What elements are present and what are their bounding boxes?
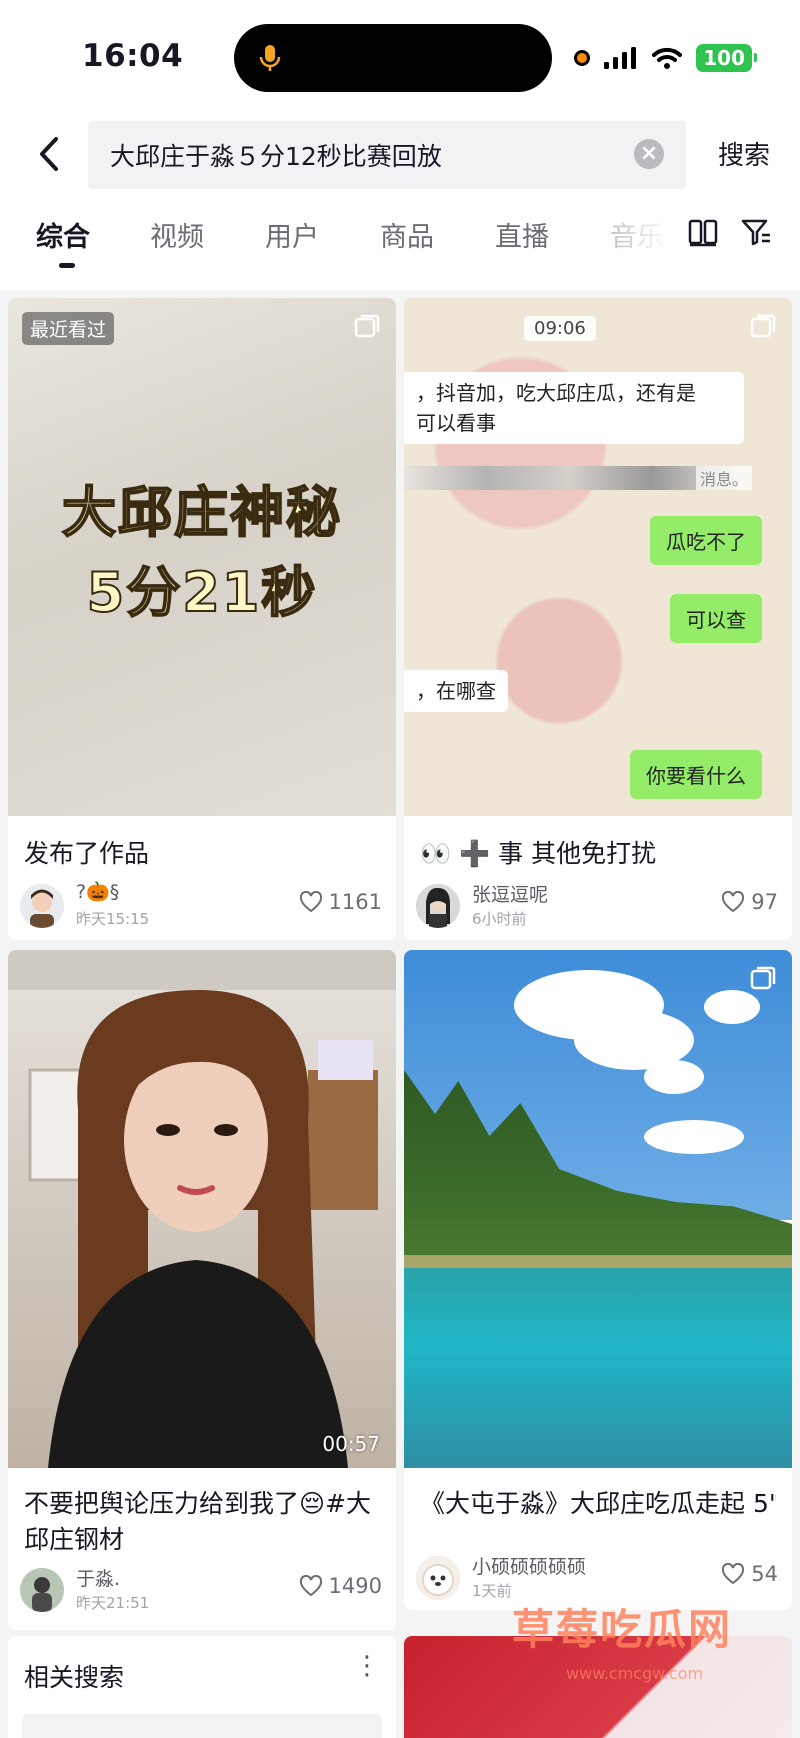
back-arrow-icon[interactable] bbox=[30, 129, 70, 179]
chat-text: 可以看事 bbox=[416, 411, 496, 435]
card-thumbnail[interactable]: 09:06 ，抖音加，吃大邱庄瓜，还有是 可以看事 消息。 瓜吃不了 可以查 ，… bbox=[404, 298, 792, 816]
system-message: 消息。 bbox=[695, 466, 752, 490]
status-indicators: 100 bbox=[574, 44, 757, 72]
active-tab-indicator bbox=[59, 263, 75, 268]
like-count[interactable]: 97 bbox=[721, 890, 778, 914]
status-bar: 16:04 100 bbox=[0, 0, 800, 115]
filter-icon[interactable] bbox=[740, 217, 772, 247]
cloud bbox=[704, 990, 760, 1024]
avatar[interactable] bbox=[20, 1568, 64, 1612]
related-searches-title: 相关搜索 bbox=[24, 1663, 125, 1692]
tab-scroll-fade bbox=[600, 195, 670, 290]
like-count[interactable]: 1161 bbox=[299, 890, 382, 914]
card-thumbnail[interactable] bbox=[404, 950, 792, 1468]
cellular-signal-icon bbox=[604, 47, 637, 69]
heart-icon bbox=[299, 1575, 322, 1597]
chat-text: ，抖音加，吃大邱庄瓜，还有是 bbox=[416, 381, 696, 405]
card-caption[interactable]: 不要把舆论压力给到我了😔#大邱庄钢材 bbox=[24, 1486, 380, 1558]
watermark-url: www.cmcgw.com bbox=[566, 1664, 704, 1683]
lake bbox=[404, 1268, 792, 1468]
person-video-thumbnail bbox=[8, 950, 396, 1468]
thumbnail-overlay-text: 5分21秒 bbox=[86, 560, 318, 625]
related-searches-card: 相关搜索 ⋮ bbox=[8, 1636, 396, 1738]
card-caption[interactable]: 发布了作品 bbox=[24, 836, 380, 872]
avatar[interactable] bbox=[20, 884, 64, 928]
chat-bubble-right: 可以查 bbox=[670, 594, 762, 643]
card-thumbnail[interactable]: 00:57 bbox=[8, 950, 396, 1468]
like-count[interactable]: 1490 bbox=[299, 1574, 382, 1598]
recently-viewed-badge: 最近看过 bbox=[22, 312, 115, 345]
microphone-icon bbox=[259, 45, 281, 71]
layout-toggle-icon[interactable] bbox=[688, 217, 718, 247]
wifi-icon bbox=[652, 47, 683, 69]
video-duration: 00:57 bbox=[322, 1432, 380, 1456]
tab-video[interactable]: 视频 bbox=[150, 215, 204, 254]
related-search-item[interactable] bbox=[22, 1714, 382, 1738]
search-input-box[interactable]: 大邱庄于淼５分12秒比赛回放 × bbox=[88, 121, 686, 189]
author-name[interactable]: 小硕硕硕硕硕 bbox=[472, 1552, 586, 1579]
heart-icon bbox=[722, 1563, 745, 1585]
card-caption[interactable]: 👀 ➕ 事 其他免打扰 bbox=[420, 836, 776, 872]
tab-live[interactable]: 直播 bbox=[495, 215, 549, 254]
search-header: 大邱庄于淼５分12秒比赛回放 × 搜索 bbox=[0, 115, 800, 195]
dynamic-island bbox=[234, 24, 552, 92]
gallery-icon bbox=[750, 314, 776, 338]
chat-bubble-left: ，抖音加，吃大邱庄瓜，还有是 可以看事 bbox=[404, 372, 744, 444]
post-time: 昨天15:15 bbox=[76, 910, 150, 928]
result-card-4[interactable]: 《大屯于淼》大邱庄吃瓜走起 5"1 小硕硕硕硕硕 1天前 54 bbox=[404, 950, 792, 1610]
chat-timestamp: 09:06 bbox=[524, 316, 596, 341]
card-thumbnail[interactable]: 最近看过 大邱庄神秘 5分21秒 bbox=[8, 298, 396, 816]
like-count[interactable]: 54 bbox=[721, 1562, 778, 1586]
chat-bubble-left: ，在哪查 bbox=[404, 670, 508, 712]
card-caption[interactable]: 《大屯于淼》大邱庄吃瓜走起 5"1 bbox=[420, 1486, 776, 1522]
result-card-3[interactable]: 00:57 不要把舆论压力给到我了😔#大邱庄钢材 于淼. 昨天21:51 149… bbox=[8, 950, 396, 1630]
post-time: 昨天21:51 bbox=[76, 1594, 150, 1612]
like-count-value: 1490 bbox=[328, 1574, 382, 1598]
author-name[interactable]: 张逗逗呢 bbox=[472, 880, 548, 907]
gallery-icon bbox=[354, 314, 380, 338]
more-options-icon[interactable]: ⋮ bbox=[354, 1653, 380, 1679]
search-results-screen: 16:04 100 大邱庄于淼５分12秒比赛回放 × 搜索 综合 视频 用户 商… bbox=[0, 0, 800, 1738]
post-time: 6小时前 bbox=[472, 910, 527, 928]
heart-icon bbox=[299, 891, 322, 913]
tab-comprehensive[interactable]: 综合 bbox=[36, 215, 90, 254]
cloud bbox=[644, 1120, 744, 1154]
author-name[interactable]: ?🎃§ bbox=[76, 880, 119, 903]
avatar[interactable] bbox=[416, 884, 460, 928]
status-time: 16:04 bbox=[82, 38, 184, 74]
blurred-content bbox=[404, 466, 734, 490]
cloud bbox=[644, 1060, 704, 1094]
recording-dot-icon bbox=[574, 50, 591, 66]
gallery-icon bbox=[750, 966, 776, 990]
result-tabs: 综合 视频 用户 商品 直播 音乐 bbox=[0, 195, 800, 290]
heart-icon bbox=[722, 891, 745, 913]
result-card-1[interactable]: 最近看过 大邱庄神秘 5分21秒 发布了作品 ?🎃§ 昨天15:15 1161 bbox=[8, 298, 396, 940]
avatar[interactable] bbox=[416, 1556, 460, 1600]
chat-bubble-right: 你要看什么 bbox=[630, 750, 762, 799]
like-count-value: 97 bbox=[751, 890, 778, 914]
result-card-2[interactable]: 09:06 ，抖音加，吃大邱庄瓜，还有是 可以看事 消息。 瓜吃不了 可以查 ，… bbox=[404, 298, 792, 940]
clear-search-button[interactable]: × bbox=[634, 139, 664, 169]
battery-indicator: 100 bbox=[696, 44, 757, 72]
like-count-value: 1161 bbox=[328, 890, 382, 914]
thumbnail-overlay-text: 大邱庄神秘 bbox=[61, 480, 342, 545]
tab-users[interactable]: 用户 bbox=[265, 215, 319, 254]
post-time: 1天前 bbox=[472, 1582, 512, 1600]
card-meta: ?🎃§ 昨天15:15 1161 bbox=[20, 878, 382, 934]
card-meta: 于淼. 昨天21:51 1490 bbox=[20, 1562, 382, 1618]
like-count-value: 54 bbox=[751, 1562, 778, 1586]
search-input[interactable]: 大邱庄于淼５分12秒比赛回放 bbox=[110, 137, 442, 173]
watermark: 草莓吃瓜网 bbox=[512, 1605, 733, 1654]
author-name[interactable]: 于淼. bbox=[76, 1564, 120, 1591]
chat-bubble-right: 瓜吃不了 bbox=[650, 516, 762, 565]
card-meta: 张逗逗呢 6小时前 97 bbox=[416, 878, 778, 934]
tab-products[interactable]: 商品 bbox=[380, 215, 434, 254]
search-button[interactable]: 搜索 bbox=[718, 135, 770, 172]
